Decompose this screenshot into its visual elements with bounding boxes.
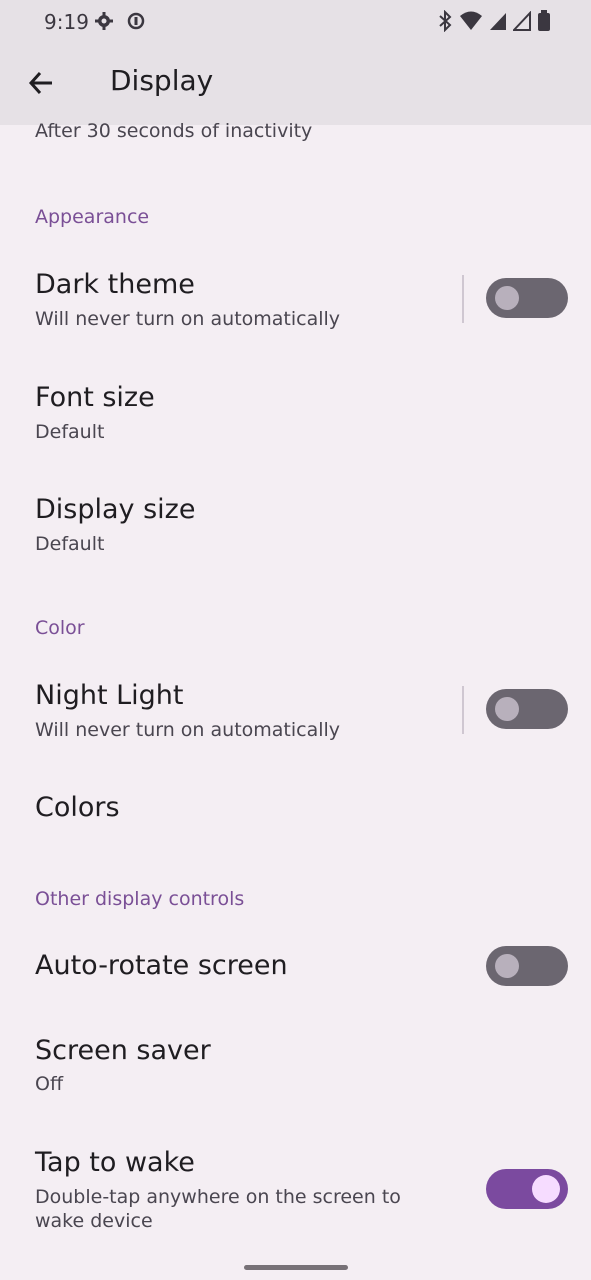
page-title: Display — [110, 64, 214, 97]
display-settings-screen: 9:19 Display After 30 seconds of inactiv… — [0, 0, 591, 1280]
status-icons-right — [437, 9, 551, 36]
switch-thumb — [495, 286, 519, 310]
signal-icon — [511, 10, 531, 35]
screen-saver-title: Screen saver — [35, 1035, 211, 1066]
night-light-summary: Will never turn on automatically — [35, 719, 341, 741]
back-arrow-icon[interactable] — [24, 66, 58, 100]
section-header-other-display-controls: Other display controls — [35, 888, 245, 910]
wifi-icon — [459, 11, 483, 35]
data-saver-icon — [126, 11, 146, 31]
night-light-switch[interactable] — [486, 689, 568, 729]
section-header-color: Color — [35, 617, 85, 639]
tap-to-wake-title: Tap to wake — [35, 1147, 195, 1178]
auto-rotate-switch[interactable] — [486, 946, 568, 986]
night-light-row[interactable]: Night Light Will never turn on automatic… — [0, 666, 591, 756]
tap-to-wake-row[interactable]: Tap to wake Double-tap anywhere on the s… — [0, 1135, 591, 1245]
top-bar: 9:19 Display — [0, 0, 591, 125]
display-size-summary: Default — [35, 533, 105, 555]
screen-saver-row[interactable]: Screen saver Off — [0, 1022, 591, 1112]
dark-theme-row[interactable]: Dark theme Will never turn on automatica… — [0, 255, 591, 345]
battery-icon — [537, 10, 551, 36]
divider — [462, 686, 464, 734]
screen-timeout-summary[interactable]: After 30 seconds of inactivity — [35, 120, 312, 142]
switch-thumb — [495, 697, 519, 721]
font-size-summary: Default — [35, 421, 105, 443]
auto-rotate-title: Auto-rotate screen — [35, 950, 288, 981]
night-light-title: Night Light — [35, 680, 184, 711]
display-size-row[interactable]: Display size Default — [0, 481, 591, 571]
signal-icon — [489, 11, 507, 35]
auto-rotate-row[interactable]: Auto-rotate screen — [0, 933, 591, 1023]
switch-thumb — [532, 1175, 560, 1203]
divider — [462, 275, 464, 323]
colors-title: Colors — [35, 792, 120, 823]
tap-to-wake-switch[interactable] — [486, 1169, 568, 1209]
tap-to-wake-summary: Double-tap anywhere on the screen to wak… — [35, 1186, 401, 1232]
font-size-title: Font size — [35, 382, 155, 413]
section-header-appearance: Appearance — [35, 206, 150, 228]
display-size-title: Display size — [35, 494, 196, 525]
gear-icon — [94, 11, 114, 31]
screen-saver-summary: Off — [35, 1073, 64, 1095]
switch-thumb — [495, 954, 519, 978]
status-time: 9:19 — [44, 10, 89, 34]
bluetooth-icon — [437, 9, 453, 36]
dark-theme-title: Dark theme — [35, 269, 195, 300]
font-size-row[interactable]: Font size Default — [0, 368, 591, 458]
dark-theme-switch[interactable] — [486, 278, 568, 318]
colors-row[interactable]: Colors — [0, 766, 591, 856]
dark-theme-summary: Will never turn on automatically — [35, 308, 341, 330]
gesture-nav-handle[interactable] — [244, 1265, 348, 1270]
